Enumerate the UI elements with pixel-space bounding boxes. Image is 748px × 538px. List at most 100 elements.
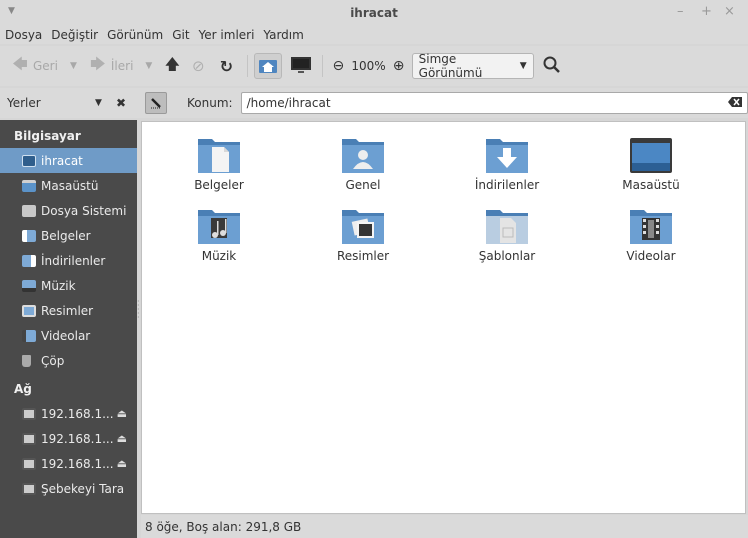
sidebar-item-label: Masaüstü (41, 178, 99, 193)
close-button[interactable]: × (724, 4, 735, 19)
file-label: Masaüstü (622, 178, 680, 192)
toggle-location-entry-button[interactable] (145, 92, 167, 114)
sidebar-item-dosya-sistemi[interactable]: Dosya Sistemi (0, 198, 137, 223)
menu-gorunum[interactable]: Görünüm (107, 28, 163, 42)
sidebar-item-label: Videolar (41, 328, 91, 343)
places-label: Yerler (7, 96, 41, 110)
forward-arrow-icon: 🡆 (90, 54, 106, 73)
sidebar-item-resimler[interactable]: Resimler (0, 298, 137, 323)
network-share-icon (22, 407, 36, 420)
documents-folder-icon (22, 229, 36, 242)
clear-text-icon[interactable] (727, 96, 742, 110)
sidebar-item-label: ihracat (41, 153, 83, 168)
sidebar-heading-computer: Bilgisayar (14, 129, 81, 143)
chevron-down-icon[interactable]: ▼ (95, 98, 102, 108)
forward-button[interactable]: 🡆 İleri ▼ (86, 52, 155, 80)
toolbar: 🡄 Geri ▼ 🡆 İleri ▼ 🡅 ⊘ ↻ ⊖ 100% ⊕ Simge … (0, 46, 748, 86)
eject-icon[interactable]: ⏏ (117, 432, 127, 445)
file-item-videolar[interactable]: Videolar (591, 206, 711, 263)
sidebar-item-network-2[interactable]: 192.168.1... ⏏ (0, 426, 137, 451)
sidebar-item-network-1[interactable]: 192.168.1... ⏏ (0, 401, 137, 426)
file-item-resimler[interactable]: Resimler (303, 206, 423, 263)
home-folder-icon (22, 154, 36, 167)
downloads-folder-icon (22, 254, 36, 267)
menu-git[interactable]: Git (172, 28, 189, 42)
forward-history-icon[interactable]: ▼ (145, 61, 152, 71)
window-menu-icon[interactable]: ▼ (8, 6, 15, 16)
sidebar: Bilgisayar ihracat Masaüstü Dosya Sistem… (0, 120, 137, 538)
zoom-in-icon[interactable]: ⊕ (390, 58, 408, 74)
menu-yer-imleri[interactable]: Yer imleri (199, 28, 255, 42)
forward-label: İleri (110, 59, 134, 73)
reload-icon[interactable]: ↻ (217, 57, 235, 76)
file-item-indirilenler[interactable]: İndirilenler (447, 135, 567, 192)
sidebar-item-label: Çöp (41, 353, 65, 368)
music-folder-icon (22, 279, 36, 292)
sidebar-item-label: 192.168.1... (41, 431, 114, 446)
sidebar-item-label: 192.168.1... (41, 406, 114, 421)
back-button[interactable]: 🡄 Geri ▼ (8, 52, 80, 80)
trash-icon (22, 354, 31, 367)
music-folder-icon (198, 210, 240, 244)
sidebar-item-ihracat[interactable]: ihracat (0, 148, 137, 173)
zoom-out-icon[interactable]: ⊖ (329, 58, 347, 74)
eject-icon[interactable]: ⏏ (117, 407, 127, 420)
sidebar-item-label: Müzik (41, 278, 76, 293)
location-bar: Yerler ▼ ✖ Konum: /home/ihracat (0, 88, 748, 118)
up-arrow-icon[interactable]: 🡅 (163, 54, 181, 79)
zoom-level: 100% (351, 59, 386, 73)
sidebar-item-label: Belgeler (41, 228, 91, 243)
sidebar-item-videolar[interactable]: Videolar (0, 323, 137, 348)
templates-folder-icon (486, 210, 528, 244)
close-sidebar-icon[interactable]: ✖ (116, 96, 126, 110)
sidebar-item-muzik[interactable]: Müzik (0, 273, 137, 298)
status-text: 8 öğe, Boş alan: 291,8 GB (145, 519, 302, 534)
file-item-genel[interactable]: Genel (303, 135, 423, 192)
location-path-value: /home/ihracat (246, 96, 331, 110)
file-item-belgeler[interactable]: Belgeler (159, 135, 279, 192)
maximize-button[interactable]: + (701, 4, 712, 19)
network-share-icon (22, 457, 36, 470)
downloads-folder-icon (486, 139, 528, 173)
pictures-folder-icon (22, 304, 36, 317)
chevron-down-icon: ▼ (519, 61, 527, 71)
home-button[interactable] (254, 53, 283, 79)
menu-dosya[interactable]: Dosya (5, 28, 42, 42)
menu-degistir[interactable]: Değiştir (51, 28, 98, 42)
videos-folder-icon (22, 329, 36, 342)
file-view[interactable]: Belgeler Genel İndirilenler Masaüstü Müz… (141, 121, 746, 514)
menu-yardim[interactable]: Yardım (263, 28, 303, 42)
search-icon[interactable] (542, 55, 562, 78)
minimize-button[interactable]: – (677, 4, 684, 19)
sidebar-item-label: 192.168.1... (41, 456, 114, 471)
sidebar-item-indirilenler[interactable]: İndirilenler (0, 248, 137, 273)
drive-icon (22, 204, 36, 217)
sidebar-item-label: Dosya Sistemi (41, 203, 127, 218)
sidebar-item-sebekeyi-tara[interactable]: Şebekeyi Tara (0, 476, 137, 501)
sidebar-item-masaustu[interactable]: Masaüstü (0, 173, 137, 198)
stop-icon[interactable]: ⊘ (189, 57, 207, 75)
view-mode-select[interactable]: Simge Görünümü ▼ (411, 52, 534, 80)
file-item-sablonlar[interactable]: Şablonlar (447, 206, 567, 263)
eject-icon[interactable]: ⏏ (117, 457, 127, 470)
network-browse-icon (22, 482, 36, 495)
sidebar-item-label: Resimler (41, 303, 94, 318)
title-bar: ▼ ihracat – + × (0, 0, 748, 26)
location-label: Konum: (187, 96, 233, 110)
file-item-muzik[interactable]: Müzik (159, 206, 279, 263)
documents-folder-icon (198, 139, 240, 173)
sidebar-selector[interactable]: Yerler ▼ ✖ (0, 96, 135, 110)
sidebar-item-belgeler[interactable]: Belgeler (0, 223, 137, 248)
sidebar-heading-network: Ağ (14, 382, 32, 396)
window-title: ihracat (350, 6, 398, 20)
sidebar-item-label: İndirilenler (41, 253, 106, 268)
sidebar-item-network-3[interactable]: 192.168.1... ⏏ (0, 451, 137, 476)
file-label: Videolar (626, 249, 676, 263)
sidebar-item-cop[interactable]: Çöp (0, 348, 137, 373)
pencil-icon (151, 98, 161, 109)
computer-icon[interactable] (290, 56, 312, 77)
file-label: Belgeler (194, 178, 244, 192)
back-history-icon[interactable]: ▼ (70, 61, 77, 71)
file-item-masaustu[interactable]: Masaüstü (591, 135, 711, 192)
location-path-input[interactable]: /home/ihracat (240, 92, 748, 114)
